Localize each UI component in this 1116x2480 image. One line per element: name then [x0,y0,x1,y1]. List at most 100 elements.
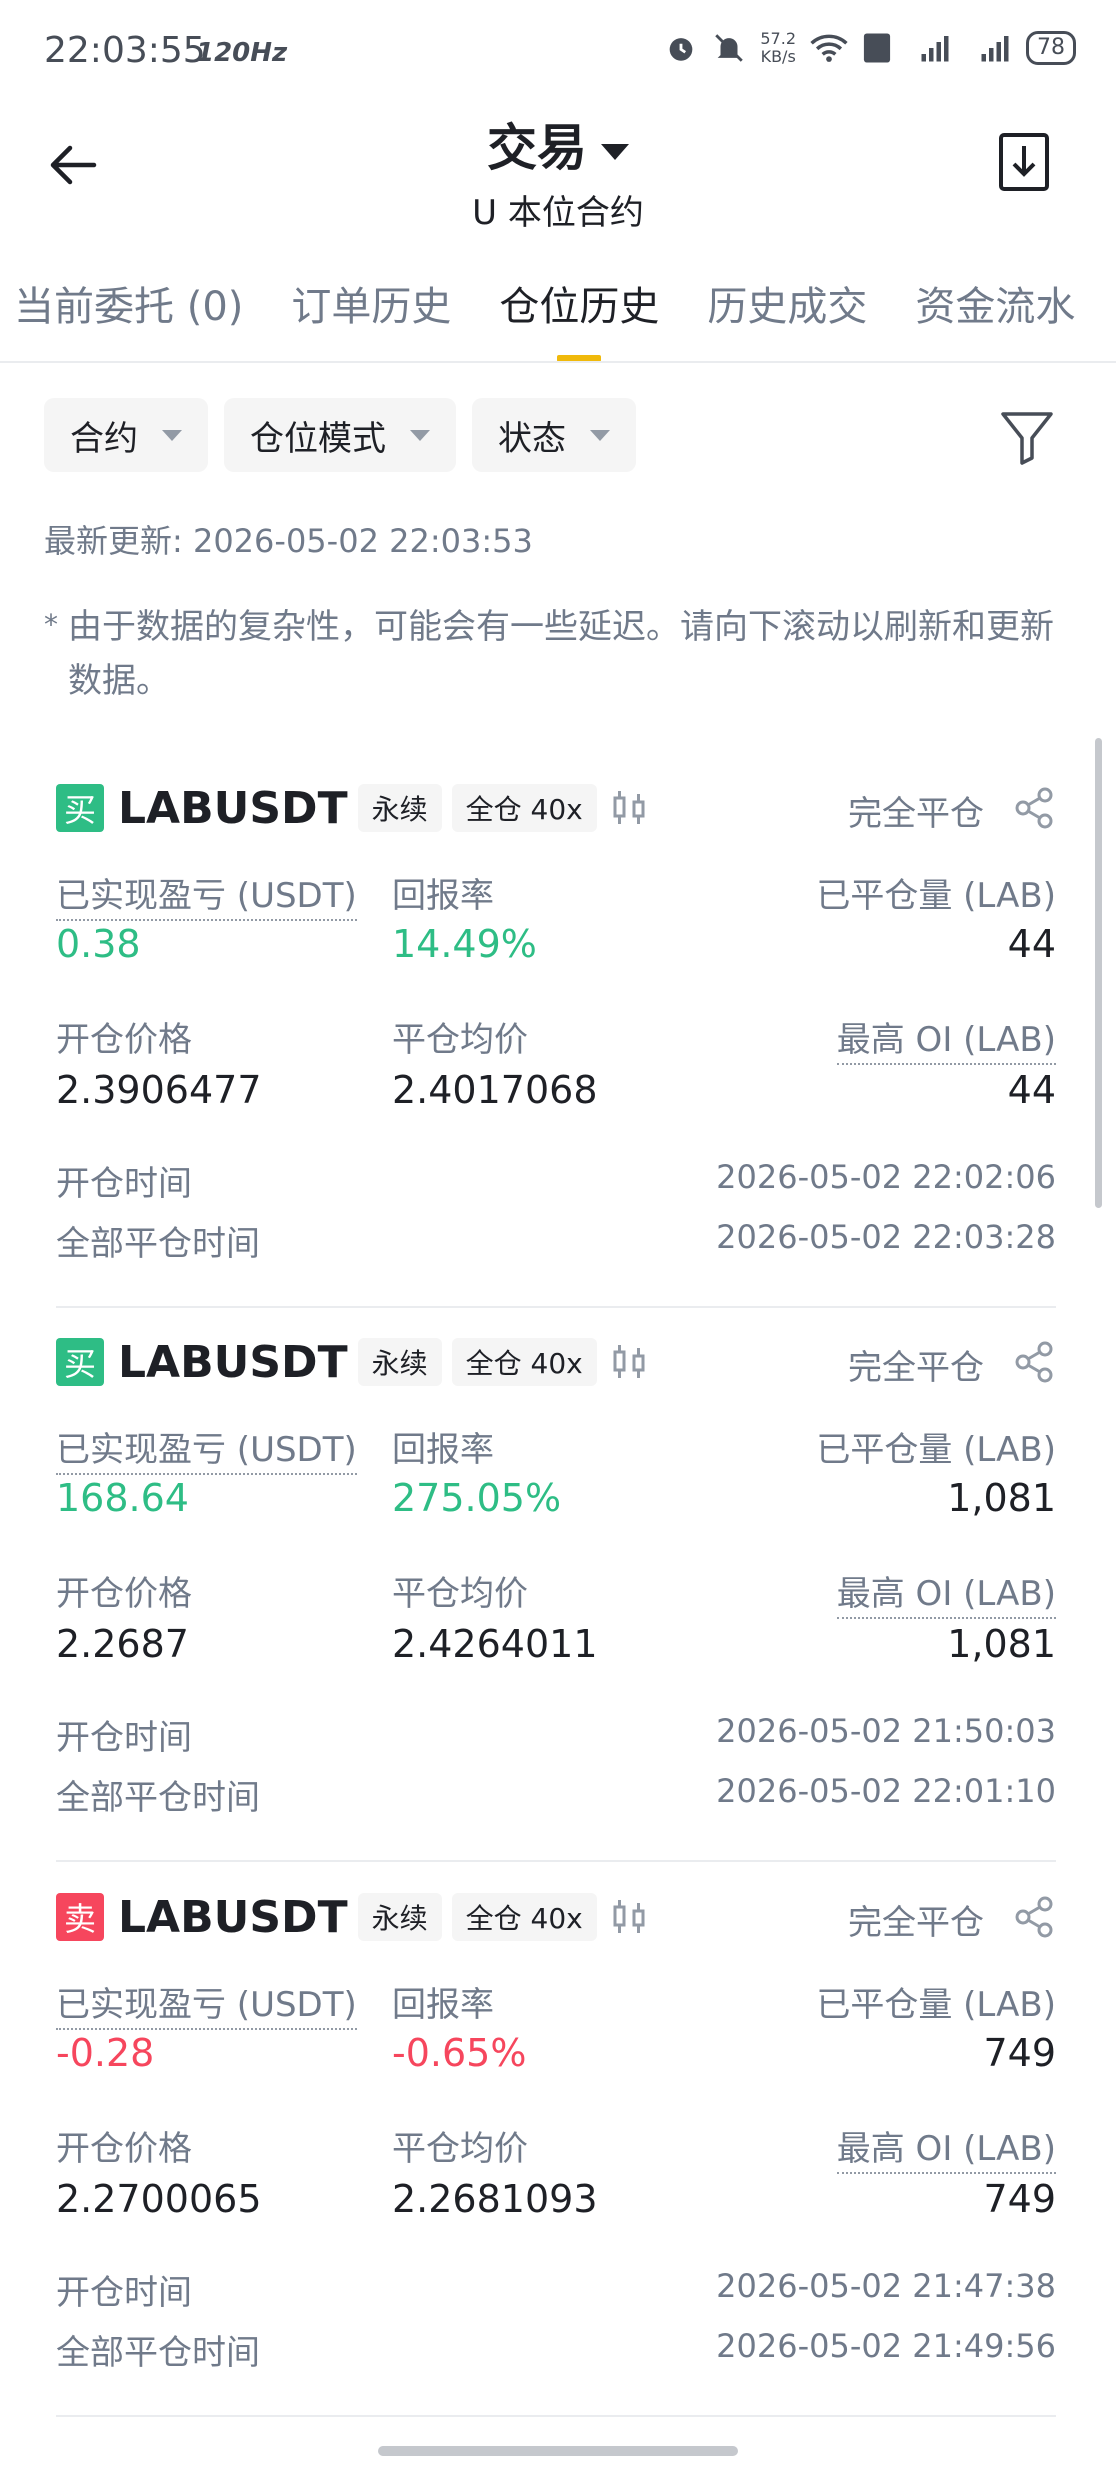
close-avg-value: 2.4264011 [392,1622,598,1666]
tab-position-history[interactable]: 仓位历史 [475,272,683,362]
close-avg-label: 平仓均价 [392,2129,528,2169]
close-avg-label: 平仓均价 [392,1574,528,1614]
close-time-value: 2026-05-02 22:03:28 [716,1218,1056,1256]
closed-qty-label: 已平仓量 (LAB) [816,1430,1056,1470]
max-oi-label[interactable]: 最高 OI (LAB) [836,2121,1056,2174]
close-avg-value: 2.2681093 [392,2177,598,2221]
open-price-value: 2.2687 [56,1622,189,1666]
tab-trade-history[interactable]: 历史成交 [683,272,891,362]
pnl-value: 168.64 [56,1476,189,1520]
tab-divider [0,361,1116,363]
symbol[interactable]: LABUSDT [118,1892,348,1943]
roi-label: 回报率 [392,1985,494,2025]
close-time-label: 全部平仓时间 [56,2333,260,2373]
contract-tag: 永续 [357,1893,442,1941]
dropdown-caret-icon [162,429,182,441]
contract-tag: 永续 [357,784,442,832]
last-updated: 最新更新: 2026-05-02 22:03:53 [44,522,533,560]
dropdown-caret-icon [410,429,430,441]
closed-qty-value: 749 [983,2031,1056,2075]
margin-tag: 全仓 40x [451,784,597,832]
alarm-icon [670,38,693,61]
tab-bar: 当前委托 (0) 订单历史 仓位历史 历史成交 资金流水 [0,272,1099,362]
symbol[interactable]: LABUSDT [118,783,348,834]
page-title[interactable]: 交易 [0,108,1116,180]
side-badge: 卖 [56,1893,104,1941]
share-icon[interactable] [1012,1895,1056,1939]
max-oi-label[interactable]: 最高 OI (LAB) [836,1012,1056,1065]
card-header: 买 LABUSDT 永续 全仓 40x 完全平仓 [56,1332,1056,1392]
dropdown-caret-icon [590,429,610,441]
card-header: 买 LABUSDT 永续 全仓 40x 完全平仓 [56,778,1056,838]
status-icons: 57.2 KB/s 78 [664,30,1076,66]
pnl-label[interactable]: 已实现盈亏 (USDT) [56,868,357,921]
filter-bar: 合约 仓位模式 状态 [44,398,636,472]
tab-order-history[interactable]: 订单历史 [267,272,475,362]
roi-value: 275.05% [392,1476,562,1520]
pnl-value: -0.28 [56,2031,155,2075]
status-bar: 22:03:55 120Hz 57.2 KB/s 78 [0,0,1116,110]
refresh-rate: 120Hz [196,38,288,68]
max-oi-value: 1,081 [947,1622,1056,1666]
position-card[interactable]: 卖 LABUSDT 永续 全仓 40x 完全平仓 已实现盈亏 (USDT) 回报率 已平仓量 … [56,1887,1056,2440]
close-time-label: 全部平仓时间 [56,1224,260,1264]
open-price-label: 开仓价格 [56,1020,192,1060]
filter-position-mode[interactable]: 仓位模式 [224,398,456,472]
hd-icon [863,33,891,63]
page-subtitle: U 本位合约 [472,193,644,233]
tab-transaction-history[interactable]: 资金流水 [891,272,1099,362]
net-speed: 57.2 KB/s [760,29,796,66]
card-divider [56,2415,1056,2417]
share-icon[interactable] [1012,1340,1056,1384]
roi-value: -0.65% [392,2031,527,2075]
closed-qty-label: 已平仓量 (LAB) [816,876,1056,916]
open-time-label: 开仓时间 [56,2273,192,2313]
closed-qty-value: 1,081 [947,1476,1056,1520]
open-price-value: 2.3906477 [56,1068,262,1112]
margin-tag: 全仓 40x [451,1893,597,1941]
side-badge: 买 [56,784,104,832]
pnl-label[interactable]: 已实现盈亏 (USDT) [56,1977,357,2030]
max-oi-value: 749 [983,2177,1056,2221]
position-card[interactable]: 买 LABUSDT 永续 全仓 40x 完全平仓已实现盈亏 (USDT) 回报率 已平仓量 … [56,1332,1056,1885]
side-badge: 买 [56,1338,104,1386]
open-time-label: 开仓时间 [56,1718,192,1758]
download-icon[interactable] [998,132,1050,192]
candlestick-chart-icon[interactable] [611,788,647,828]
tab-open-orders[interactable]: 当前委托 (0) [0,272,267,362]
close-time-value: 2026-05-02 22:01:10 [716,1772,1056,1810]
mute-bell-icon [715,34,744,62]
battery-indicator: 78 [1026,31,1076,65]
share-icon[interactable] [1012,786,1056,830]
roi-label: 回报率 [392,876,494,916]
roi-label: 回报率 [392,1430,494,1470]
roi-value: 14.49% [392,922,537,966]
filter-status[interactable]: 状态 [472,398,636,472]
scrollbar[interactable] [1095,738,1102,1208]
signal-5g-icon-2 [981,36,1009,62]
pnl-value: 0.38 [56,922,141,966]
open-time-value: 2026-05-02 22:02:06 [716,1158,1056,1196]
max-oi-label[interactable]: 最高 OI (LAB) [836,1566,1056,1619]
open-price-label: 开仓价格 [56,1574,192,1614]
caret-down-icon [601,143,629,160]
candlestick-chart-icon[interactable] [611,1342,647,1382]
margin-tag: 全仓 40x [451,1338,597,1386]
card-header: 卖 LABUSDT 永续 全仓 40x 完全平仓 [56,1887,1056,1947]
candlestick-chart-icon[interactable] [611,1897,647,1937]
home-indicator[interactable] [378,2446,738,2456]
filter-contract[interactable]: 合约 [44,398,208,472]
open-time-value: 2026-05-02 21:47:38 [716,2267,1056,2305]
position-status: 完全平仓 [848,1348,984,1388]
max-oi-value: 44 [1007,1068,1056,1112]
open-price-label: 开仓价格 [56,2129,192,2169]
pnl-label[interactable]: 已实现盈亏 (USDT) [56,1422,357,1475]
position-card[interactable]: 买 LABUSDT 永续 全仓 40x 完全平仓已实现盈亏 (USDT) 回报率 已平仓量 … [56,778,1056,1331]
open-price-value: 2.2700065 [56,2177,262,2221]
symbol[interactable]: LABUSDT [118,1337,348,1388]
funnel-filter-icon[interactable] [998,408,1056,466]
position-status: 完全平仓 [848,794,984,834]
close-time-value: 2026-05-02 21:49:56 [716,2327,1056,2365]
contract-tag: 永续 [357,1338,442,1386]
close-avg-value: 2.4017068 [392,1068,598,1112]
